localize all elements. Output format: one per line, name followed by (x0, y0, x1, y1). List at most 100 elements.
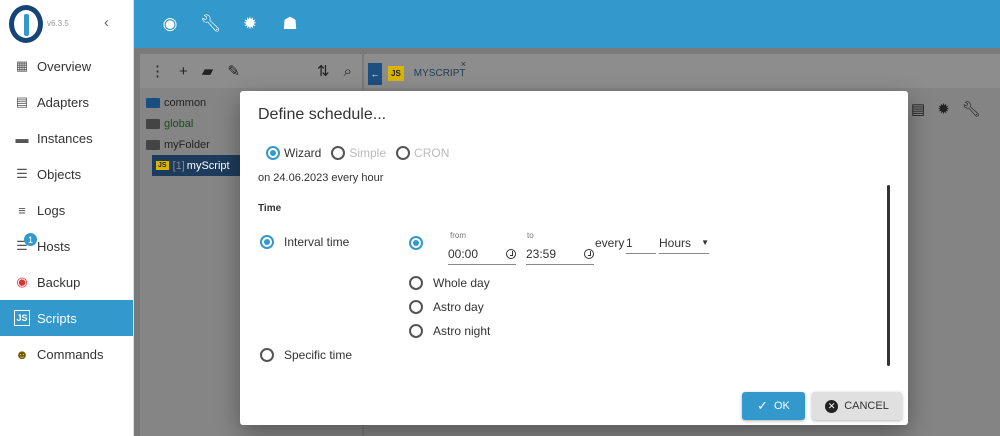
to-label: to (527, 231, 534, 240)
sidebar-item-overview[interactable]: ▦ Overview (0, 48, 133, 84)
sidebar-item-label: Hosts (37, 238, 71, 254)
hosts-badge: 1 (24, 233, 37, 246)
whole-day-label: Whole day (433, 276, 490, 290)
bug-icon[interactable]: ✹ (240, 14, 260, 34)
option-astro-day[interactable]: Astro day (409, 300, 484, 314)
list-icon: ☰ (16, 166, 28, 181)
close-icon[interactable]: × (461, 59, 466, 69)
option-whole-day[interactable]: Whole day (409, 276, 490, 290)
schedule-content: Time Interval time from 00:00 to 23:59 e… (240, 191, 880, 371)
sidebar-item-label: Overview (37, 58, 92, 74)
radio-time-range[interactable] (409, 236, 423, 250)
logo-area: v6.3.5 ‹ (0, 0, 133, 48)
tree-item-label: myScript (186, 159, 230, 172)
folder-open-icon (146, 118, 160, 129)
option-astro-night[interactable]: Astro night (409, 324, 490, 338)
cancel-button[interactable]: ✕ CANCEL (812, 392, 902, 420)
script-instance-label: [1] (172, 159, 185, 172)
ok-button[interactable]: ✓ OK (742, 392, 805, 420)
radio-cron[interactable] (396, 146, 411, 160)
sidebar-item-scripts[interactable]: JS Scripts (0, 300, 133, 336)
option-specific-time[interactable]: Specific time (260, 348, 352, 362)
schedule-mode-group: Wizard Simple CRON (266, 146, 455, 160)
from-time-value: 00:00 (448, 246, 479, 261)
sidebar: v6.3.5 ‹ ▦ Overview ▤ Adapters ▬ Instanc… (0, 0, 134, 436)
more-vert-icon[interactable]: ⋮ (150, 62, 165, 80)
edit-icon[interactable]: ✎ (227, 62, 240, 80)
interval-time-label: Interval time (284, 235, 350, 249)
sidebar-item-commands[interactable]: ☻ Commands (0, 336, 133, 372)
mode-label-cron: CRON (414, 146, 450, 160)
version-label: v6.3.5 (47, 19, 69, 28)
wrench-icon[interactable]: 🔧︎ (200, 14, 222, 34)
to-time-input[interactable]: 23:59 (526, 243, 594, 265)
chevron-left-icon[interactable]: ‹ (104, 14, 109, 31)
radio-astro-day[interactable] (409, 300, 423, 314)
backup-icon: ◉ (16, 274, 28, 289)
radio-whole-day[interactable] (409, 276, 423, 290)
tree-item-label: common (164, 96, 207, 109)
sidebar-item-hosts[interactable]: ☰ 1 Hosts (0, 228, 133, 264)
radio-specific-time[interactable] (260, 348, 274, 362)
dialog-title: Define schedule... (258, 106, 387, 123)
unit-select[interactable]: Hours ▼ (659, 232, 709, 254)
mode-label-simple: Simple (349, 146, 387, 160)
instances-icon: ▬ (15, 130, 29, 146)
sidebar-item-label: Adapters (37, 94, 90, 110)
sidebar-item-label: Commands (37, 346, 104, 362)
astro-night-label: Astro night (433, 324, 491, 338)
editor-tabs: ← JS MYSCRIPT × (364, 54, 1000, 88)
search-icon[interactable]: ⌕ (344, 63, 352, 80)
check-icon: ✓ (757, 398, 768, 413)
clock-icon[interactable] (506, 248, 516, 259)
sidebar-item-label: Backup (37, 274, 81, 290)
tree-toolbar: ⋮ + ▰ ✎ ⇅ ⌕ (140, 54, 362, 88)
grid-icon: ▦ (15, 58, 29, 73)
folder-icon (146, 97, 160, 108)
js-icon: JS (14, 310, 30, 326)
sidebar-item-objects[interactable]: ☰ Objects (0, 156, 133, 192)
from-time-input[interactable]: 00:00 (448, 243, 516, 265)
lines-icon: ≡ (18, 202, 26, 218)
sidebar-item-label: Instances (37, 130, 93, 146)
store-icon: ▤ (15, 94, 29, 109)
clock-icon[interactable] (584, 248, 594, 259)
tree-item-myscript[interactable]: JS [1] myScript (152, 155, 240, 176)
sidebar-item-backup[interactable]: ◉ Backup (0, 264, 133, 300)
wrench-icon[interactable]: 🔧︎ (962, 100, 981, 118)
dialog-scrollbar[interactable] (887, 185, 890, 366)
tree-item-label: myFolder (164, 138, 210, 151)
sidebar-item-instances[interactable]: ▬ Instances (0, 120, 133, 156)
arrow-left-icon[interactable]: ← (368, 62, 382, 85)
option-interval-time[interactable]: Interval time (260, 235, 349, 249)
sidebar-item-logs[interactable]: ≡ Logs (0, 192, 133, 228)
eye-icon[interactable]: ◉ (160, 14, 180, 34)
tree-item-label: global (164, 117, 194, 130)
every-label: every (595, 236, 625, 250)
radio-interval-time[interactable] (260, 235, 274, 249)
add-icon[interactable]: + (179, 63, 188, 80)
top-toolbar: ◉ 🔧︎ ✹ ☗ (134, 0, 1000, 48)
cancel-label: CANCEL (844, 400, 889, 412)
section-label-time: Time (258, 203, 282, 214)
close-icon: ✕ (825, 399, 839, 413)
radio-wizard[interactable] (266, 146, 280, 160)
from-label: from (450, 231, 466, 240)
add-folder-icon[interactable]: ▰ (202, 62, 214, 80)
caret-down-icon: ▼ (701, 238, 709, 247)
astro-day-label: Astro day (433, 300, 484, 314)
brain-icon[interactable]: ☗ (280, 14, 300, 34)
iobroker-logo[interactable] (9, 5, 43, 43)
tab-label: MYSCRIPT (413, 68, 466, 79)
every-input[interactable]: 1 (626, 232, 656, 254)
tab-myscript[interactable]: ← JS MYSCRIPT × (366, 59, 466, 88)
clipboard-icon[interactable]: ▤ (911, 100, 925, 118)
sidebar-item-label: Objects (37, 166, 82, 182)
radio-simple[interactable] (331, 146, 346, 160)
bug-icon[interactable]: ✹ (937, 100, 950, 118)
sidebar-item-adapters[interactable]: ▤ Adapters (0, 84, 133, 120)
folder-open-icon (146, 139, 160, 150)
radio-astro-night[interactable] (409, 324, 423, 338)
specific-time-label: Specific time (284, 348, 353, 362)
sort-icon[interactable]: ⇅ (317, 62, 330, 80)
